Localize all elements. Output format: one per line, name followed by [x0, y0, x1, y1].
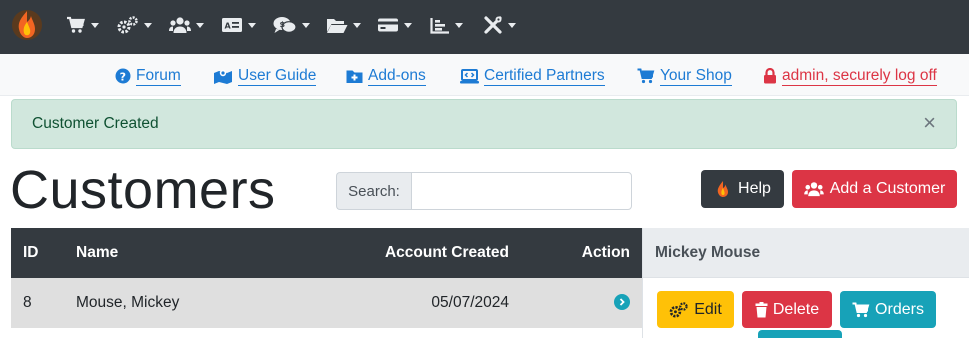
user-guide-link[interactable]: User Guide: [213, 65, 317, 87]
chevron-down-icon: [144, 22, 152, 28]
delete-button-label: Delete: [772, 300, 820, 318]
column-header-account-created[interactable]: Account Created: [385, 244, 509, 262]
orders-button[interactable]: Orders: [840, 291, 936, 328]
users-icon: [169, 17, 191, 33]
tools-icon: [484, 15, 502, 34]
column-header-id[interactable]: ID: [23, 244, 39, 262]
chevron-down-icon: [196, 22, 204, 28]
cart-icon: [637, 68, 655, 84]
help-button-label: Help: [738, 180, 771, 197]
nav-menu-settings[interactable]: [117, 14, 152, 36]
chevron-down-icon: [455, 22, 463, 28]
chevron-down-icon: [248, 22, 256, 28]
chevron-right-icon[interactable]: [614, 294, 630, 310]
edit-button-label: Edit: [694, 300, 722, 318]
svg-text:A: A: [225, 22, 232, 31]
folder-open-icon: [327, 18, 348, 33]
question-circle-icon: ?: [115, 68, 131, 84]
app-logo-icon: [717, 181, 729, 197]
nav-menu-files[interactable]: [326, 14, 361, 36]
logout-link[interactable]: admin, securely log off: [763, 65, 937, 87]
svg-text:?: ?: [120, 71, 126, 84]
gears-icon: [669, 301, 688, 318]
gears-icon: [117, 16, 138, 34]
users-icon: [803, 182, 824, 197]
table-row[interactable]: 8 Mouse, Mickey 05/07/2024: [11, 278, 642, 328]
panel-header: Mickey Mouse: [643, 228, 969, 278]
customer-detail-panel: Mickey Mouse Edit Delete Orders: [642, 228, 969, 338]
logout-link-label: admin, securely log off: [782, 66, 937, 86]
chevron-down-icon: [91, 22, 99, 28]
cell-id: 8: [23, 294, 32, 311]
id-card-icon: A: [222, 18, 242, 32]
trash-icon: [755, 301, 768, 317]
app-logo-icon[interactable]: [10, 7, 44, 41]
help-button[interactable]: Help: [701, 170, 784, 208]
map-marked-icon: [214, 69, 232, 84]
cell-name: Mouse, Mickey: [76, 294, 180, 311]
folder-plus-icon: [346, 70, 363, 83]
your-shop-link-label: Your Shop: [660, 66, 732, 86]
credit-card-icon: [378, 18, 398, 32]
chart-bar-icon: [430, 17, 449, 34]
success-alert: Customer Created ×: [11, 99, 957, 149]
nav-menu-customers[interactable]: [169, 14, 204, 36]
secondary-link-bar: ? Forum User Guide Add-ons Certified Par…: [0, 54, 969, 96]
close-icon[interactable]: ×: [923, 112, 936, 134]
nav-menu-reports[interactable]: [430, 14, 463, 36]
nav-menu-content[interactable]: A: [221, 14, 256, 36]
delete-button[interactable]: Delete: [742, 291, 832, 328]
search-input[interactable]: [411, 172, 632, 210]
nav-menu-payments[interactable]: [377, 14, 412, 36]
nav-menu-orders[interactable]: [66, 14, 99, 36]
nav-menu-tools[interactable]: [483, 14, 516, 36]
panel-title: Mickey Mouse: [655, 244, 761, 261]
chevron-down-icon: [302, 22, 310, 28]
svg-text:$: $: [280, 20, 286, 29]
lock-icon: [764, 68, 776, 84]
cart-icon: [852, 302, 870, 317]
search-label: Search:: [336, 172, 411, 210]
orders-button-label: Orders: [875, 300, 924, 318]
chevron-down-icon: [508, 22, 516, 28]
customers-table-header: ID Name Account Created Action: [11, 228, 642, 278]
certified-partners-link[interactable]: Certified Partners: [460, 65, 605, 87]
laptop-code-icon: [460, 68, 479, 83]
your-shop-link[interactable]: Your Shop: [637, 65, 732, 87]
alert-message: Customer Created: [32, 115, 159, 132]
forum-link-label: Forum: [136, 66, 181, 86]
cell-account-created: 05/07/2024: [431, 294, 509, 311]
addons-link[interactable]: Add-ons: [346, 65, 426, 87]
nav-menu-marketing[interactable]: $: [273, 14, 310, 36]
certified-partners-link-label: Certified Partners: [484, 66, 605, 86]
search-group: Search:: [336, 172, 632, 210]
addons-link-label: Add-ons: [368, 66, 426, 86]
top-navbar: A $: [0, 0, 969, 54]
chevron-down-icon: [353, 22, 361, 28]
comments-dollar-icon: $: [273, 17, 297, 33]
add-customer-button[interactable]: Add a Customer: [792, 170, 957, 208]
partial-button[interactable]: [758, 330, 842, 338]
chevron-down-icon: [404, 22, 412, 28]
page-title: Customers: [10, 160, 276, 220]
user-guide-link-label: User Guide: [238, 66, 317, 86]
column-header-name[interactable]: Name: [76, 244, 118, 262]
cart-icon: [67, 16, 85, 33]
column-header-action: Action: [581, 244, 630, 261]
forum-link[interactable]: ? Forum: [115, 65, 181, 87]
add-customer-button-label: Add a Customer: [829, 180, 946, 197]
edit-button[interactable]: Edit: [657, 291, 734, 328]
